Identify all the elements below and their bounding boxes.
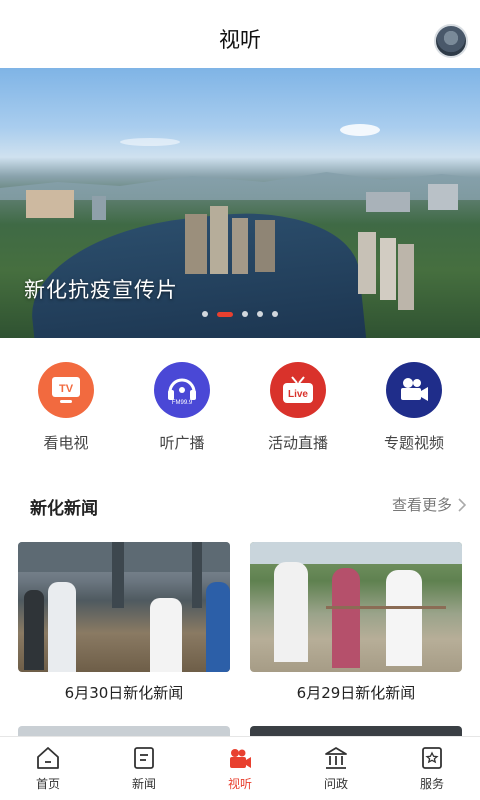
person-shape [24,590,44,670]
user-avatar[interactable] [434,24,468,58]
chevron-right-icon [458,497,466,512]
section-title: 新化新闻 [30,499,98,519]
service-icon [422,747,442,769]
news-icon [134,747,154,769]
radio-icon: FM99.9 [154,362,210,418]
building-shape [185,214,207,274]
top-bar: 视听 [0,0,480,68]
carousel-dots [0,311,480,317]
tab-label: 视听 [227,777,252,791]
building-shape [26,190,74,218]
video-camera-icon [386,362,442,418]
quick-entry-topic-video[interactable]: 专题视频 [359,362,469,462]
live-badge: Live [288,389,308,400]
cloud-shape [120,138,180,146]
bottom-tab-bar: 首页 新闻 视听 问政 服务 [0,736,480,800]
cloud-shape [340,124,380,136]
news-thumbnail [250,542,462,672]
carousel-dot[interactable] [257,311,263,317]
building-shape [366,192,410,212]
carousel-dot[interactable] [242,311,248,317]
tab-news[interactable]: 新闻 [104,745,184,792]
news-card[interactable]: 6月30日新化新闻 [18,542,230,703]
quick-entry-row: TV 看电视 FM99.9 听广播 Live 活动直播 专题视频 [0,362,480,462]
sky-shape [250,542,462,564]
page-title: 视听 [219,28,261,52]
carousel-dot[interactable] [202,311,208,317]
railing-shape [326,606,446,609]
next-card-row-peek [18,726,462,736]
news-card-list: 6月30日新化新闻 6月29日新化新闻 [18,542,462,703]
quick-entry-label: 活动直播 [267,434,328,452]
building-shape [358,232,376,294]
banner-caption: 新化抗疫宣传片 [24,278,178,302]
radio-badge: FM99.9 [172,400,193,406]
person-shape [150,598,182,672]
government-icon [325,747,347,769]
pillar-shape [192,542,202,608]
tab-home[interactable]: 首页 [8,745,88,792]
building-shape [380,238,396,300]
quick-entry-live[interactable]: Live 活动直播 [243,362,353,462]
tab-service[interactable]: 服务 [392,745,472,792]
tv-icon: TV [38,362,94,418]
live-icon: Live [270,362,326,418]
tab-label: 新闻 [131,777,156,791]
person-shape [48,582,76,672]
news-card[interactable]: 6月29日新化新闻 [250,542,462,703]
building-shape [232,218,248,274]
building-shape [210,206,228,274]
quick-entry-radio[interactable]: FM99.9 听广播 [127,362,237,462]
view-more-link[interactable]: 查看更多 [392,494,466,515]
building-shape [398,244,414,310]
news-card-title: 6月29日新化新闻 [296,684,416,702]
tab-label: 首页 [35,777,60,791]
pillar-shape [112,542,124,608]
building-shape [428,184,458,210]
news-card-peek[interactable] [250,726,462,736]
person-shape [332,568,360,668]
news-thumbnail [18,542,230,672]
quick-entry-label: 听广播 [159,434,205,452]
person-shape [386,570,422,666]
news-card-peek[interactable] [18,726,230,736]
news-card-title: 6月30日新化新闻 [64,684,184,702]
quick-entry-label: 看电视 [43,434,89,452]
tab-government[interactable]: 问政 [296,745,376,792]
tv-badge: TV [59,383,74,395]
view-more-label: 查看更多 [391,496,452,514]
person-shape [206,582,230,672]
video-icon [230,749,251,768]
quick-entry-tv[interactable]: TV 看电视 [11,362,121,462]
banner-carousel[interactable]: 新化抗疫宣传片 [0,68,480,338]
carousel-dot-active[interactable] [217,311,233,317]
tab-video[interactable]: 视听 [200,745,280,792]
building-shape [255,220,275,272]
tab-label: 服务 [419,777,444,791]
home-icon [37,747,59,769]
quick-entry-label: 专题视频 [383,434,444,452]
person-shape [274,562,308,662]
news-section-header: 新化新闻 查看更多 [0,490,480,520]
carousel-dot[interactable] [272,311,278,317]
tab-label: 问政 [323,777,348,791]
building-shape [92,196,106,220]
